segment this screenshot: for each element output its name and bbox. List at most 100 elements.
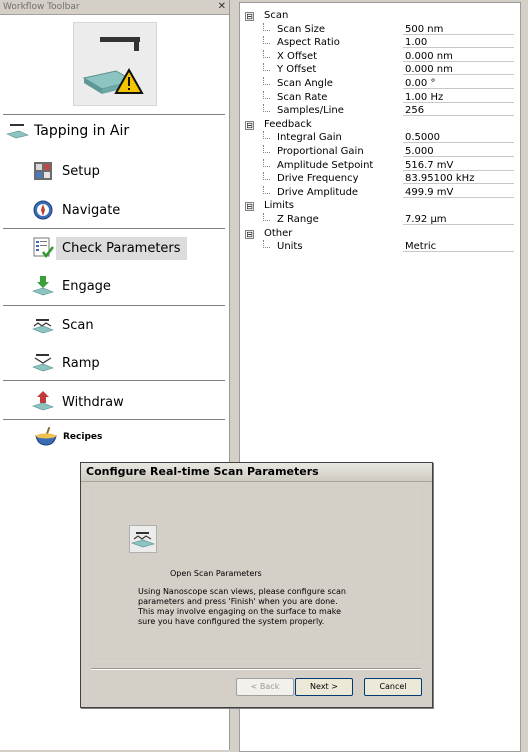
param-value-field[interactable]: 83.95100 kHz bbox=[403, 172, 514, 185]
configure-scan-dialog: Configure Real-time Scan Parameters Open… bbox=[80, 462, 433, 708]
mode-banner bbox=[0, 15, 229, 113]
tree-connector bbox=[263, 240, 270, 249]
param-row: Z Range 7.92 µm bbox=[240, 213, 520, 226]
workflow-item-label: Check Parameters bbox=[56, 236, 187, 260]
param-row: Scan Angle 0.00 ° bbox=[240, 77, 520, 90]
step-title: Open Scan Parameters bbox=[170, 569, 262, 578]
param-row: Proportional Gain 5.000 bbox=[240, 145, 520, 158]
param-group-other[interactable]: ⊟ Other bbox=[240, 227, 520, 240]
param-value-field[interactable]: 5.000 bbox=[403, 145, 514, 157]
param-value-field[interactable]: 0.00 ° bbox=[403, 77, 514, 89]
param-value-field[interactable]: Metric bbox=[403, 240, 514, 253]
param-group-limits[interactable]: ⊟ Limits bbox=[240, 199, 520, 212]
workflow-item-label: Scan bbox=[62, 317, 94, 333]
withdraw-icon bbox=[32, 391, 54, 413]
param-row: Aspect Ratio 1.00 bbox=[240, 36, 520, 49]
toolbar-title: Workflow Toolbar bbox=[3, 2, 80, 12]
param-row: Units Metric bbox=[240, 240, 520, 253]
scan-parameters-icon bbox=[129, 525, 157, 553]
workflow-item-label: Setup bbox=[62, 163, 100, 179]
collapse-icon[interactable]: ⊟ bbox=[245, 12, 254, 21]
close-icon[interactable]: ✕ bbox=[218, 0, 226, 14]
param-name: Z Range bbox=[277, 214, 319, 225]
param-group-label: Scan bbox=[264, 10, 289, 21]
workflow-item-ramp[interactable]: Ramp bbox=[32, 348, 100, 378]
workflow-item-label: Withdraw bbox=[62, 394, 124, 410]
back-button[interactable]: < Back bbox=[236, 678, 294, 696]
param-group-label: Other bbox=[264, 227, 293, 239]
param-name: Scan Size bbox=[277, 23, 326, 35]
tree-connector bbox=[263, 36, 270, 45]
param-name: Y Offset bbox=[277, 64, 317, 76]
param-value-field[interactable]: 516.7 mV bbox=[403, 159, 514, 171]
param-name: Drive Amplitude bbox=[277, 186, 359, 198]
cancel-button[interactable]: Cancel bbox=[364, 678, 422, 696]
workflow-item-check-parameters[interactable]: Check Parameters bbox=[32, 233, 187, 263]
param-group-label: Feedback bbox=[264, 118, 312, 130]
param-value-field[interactable]: 499.9 mV bbox=[403, 186, 514, 198]
mode-title: Tapping in Air bbox=[34, 123, 130, 139]
next-button[interactable]: Next > bbox=[295, 678, 353, 696]
workflow-item-navigate[interactable]: Navigate bbox=[32, 195, 120, 225]
tree-connector bbox=[263, 63, 270, 72]
workflow-item-engage[interactable]: Engage bbox=[32, 271, 111, 301]
recipes-bowl-icon bbox=[34, 426, 58, 447]
divider bbox=[3, 228, 225, 230]
tree-connector bbox=[263, 145, 270, 153]
param-group-label: Limits bbox=[264, 200, 294, 212]
divider bbox=[3, 419, 225, 421]
dialog-title[interactable]: Configure Real-time Scan Parameters bbox=[81, 463, 432, 482]
toolbar-titlebar: Workflow Toolbar ✕ bbox=[0, 0, 229, 15]
param-name: Units bbox=[277, 241, 303, 253]
param-value-field[interactable]: 500 nm bbox=[403, 23, 514, 35]
divider bbox=[3, 305, 225, 307]
workflow-item-scan[interactable]: Scan bbox=[32, 310, 94, 340]
param-name: Scan Angle bbox=[277, 78, 333, 89]
tree-connector bbox=[263, 104, 270, 113]
tapping-icon bbox=[6, 123, 30, 139]
step-description: Using Nanoscope scan views, please confi… bbox=[138, 587, 346, 626]
param-group-feedback[interactable]: ⊟ Feedback bbox=[240, 118, 520, 131]
workflow-item-label: Navigate bbox=[62, 202, 121, 218]
workflow-item-withdraw[interactable]: Withdraw bbox=[32, 387, 124, 417]
param-name: Aspect Ratio bbox=[277, 37, 340, 49]
param-row: X Offset 0.000 nm bbox=[240, 49, 520, 63]
param-value-field[interactable]: 7.92 µm bbox=[403, 213, 514, 225]
tree-connector bbox=[263, 131, 270, 140]
recipes-item[interactable]: Recipes bbox=[34, 426, 103, 447]
param-name: X Offset bbox=[277, 50, 318, 62]
tree-connector bbox=[263, 213, 270, 221]
workflow-item-setup[interactable]: Setup bbox=[32, 156, 100, 186]
tree-connector bbox=[263, 90, 270, 99]
param-group-scan[interactable]: ⊟ Scan bbox=[240, 9, 520, 22]
divider bbox=[3, 114, 225, 116]
collapse-icon[interactable]: ⊟ bbox=[245, 229, 254, 239]
scan-icon bbox=[32, 314, 54, 336]
param-value-field[interactable]: 256 bbox=[403, 104, 514, 117]
param-value-field[interactable]: 0.5000 bbox=[403, 131, 514, 144]
param-value-field[interactable]: 0.000 nm bbox=[403, 63, 514, 76]
param-name: Scan Rate bbox=[277, 91, 328, 103]
recipes-label: Recipes bbox=[63, 432, 103, 442]
param-value-field[interactable]: 1.00 bbox=[403, 36, 514, 49]
divider bbox=[3, 380, 225, 382]
tree-connector bbox=[263, 172, 270, 181]
collapse-icon[interactable]: ⊟ bbox=[245, 202, 254, 212]
param-value-field[interactable]: 0.000 nm bbox=[403, 50, 514, 62]
dialog-content: Open Scan Parameters Using Nanoscope sca… bbox=[91, 487, 423, 659]
tapping-warning-icon bbox=[73, 22, 157, 106]
param-name: Amplitude Setpoint bbox=[277, 159, 374, 171]
setup-icon bbox=[32, 160, 54, 182]
tree-connector bbox=[263, 49, 270, 58]
ramp-icon bbox=[32, 352, 54, 374]
param-name: Proportional Gain bbox=[277, 146, 364, 157]
param-row: Drive Frequency 83.95100 kHz bbox=[240, 172, 520, 185]
dialog-divider bbox=[91, 668, 421, 670]
collapse-icon[interactable]: ⊟ bbox=[245, 120, 254, 130]
workflow-item-label: Ramp bbox=[62, 355, 100, 371]
param-row: Scan Rate 1.00 Hz bbox=[240, 90, 520, 104]
param-value-field[interactable]: 1.00 Hz bbox=[403, 91, 514, 103]
param-row: Integral Gain 0.5000 bbox=[240, 131, 520, 144]
param-row: Drive Amplitude 499.9 mV bbox=[240, 185, 520, 199]
tree-connector bbox=[263, 185, 270, 194]
